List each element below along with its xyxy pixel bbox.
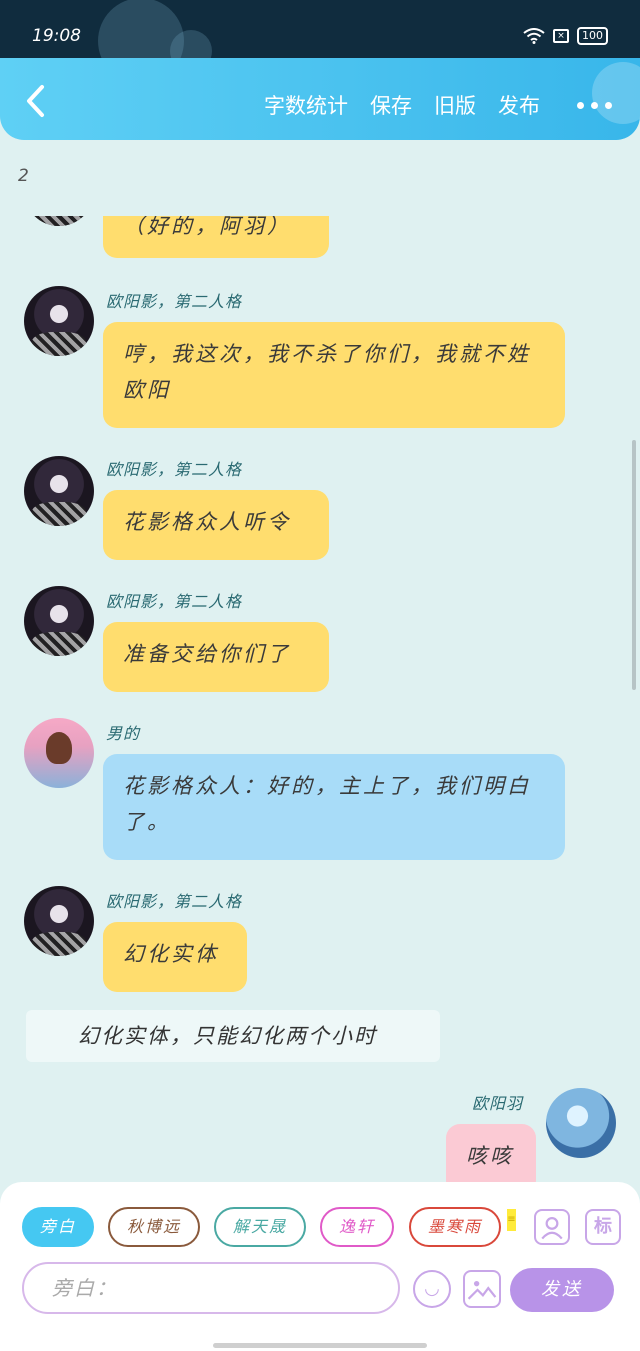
scrollbar[interactable]	[632, 440, 636, 690]
old-version-button[interactable]: 旧版	[434, 90, 476, 120]
home-indicator[interactable]	[213, 1343, 427, 1348]
narration-block[interactable]: 幻化实体，只能幻化两个小时	[26, 1010, 440, 1062]
publish-button[interactable]: 发布	[498, 90, 540, 120]
message-bubble[interactable]: 花影格众人：好的，主上了，我们明白了。	[103, 754, 565, 860]
message-bubble[interactable]: 咳咳	[446, 1124, 536, 1182]
clock: 19:08	[32, 26, 81, 46]
role-chip-narration[interactable]: 旁白	[22, 1207, 94, 1247]
wifi-icon	[523, 28, 545, 44]
message-bubble[interactable]: 准备交给你们了	[103, 622, 329, 692]
avatar[interactable]	[24, 456, 94, 526]
avatar[interactable]	[24, 286, 94, 356]
avatar[interactable]	[546, 1088, 616, 1158]
word-count-button[interactable]: 字数统计	[264, 90, 348, 120]
overflow-marker-icon: ≡	[507, 1209, 516, 1231]
back-arrow-icon[interactable]	[22, 84, 50, 118]
save-button[interactable]: 保存	[370, 90, 412, 120]
sender-name: 欧阳羽	[472, 1094, 524, 1113]
sender-name: 欧阳影，第二人格	[106, 592, 243, 611]
sim-icon: ×	[553, 29, 569, 43]
message-bubble[interactable]: （好的，阿羽）	[103, 216, 329, 258]
avatar[interactable]	[24, 718, 94, 788]
sender-name: 欧阳影，第二人格	[106, 292, 243, 311]
message-bubble[interactable]: 花影格众人听令	[103, 490, 329, 560]
composer-panel: 旁白 秋博远 解天晟 逸轩 墨寒雨 ≡ 标 旁白： ◡ 发送	[0, 1182, 640, 1351]
sender-name: 欧阳影，第二人格	[106, 892, 243, 911]
avatar[interactable]	[24, 886, 94, 956]
battery-icon: 100	[577, 27, 608, 45]
message-input[interactable]: 旁白：	[22, 1262, 400, 1314]
avatar[interactable]	[24, 216, 94, 226]
top-bar: 字数统计 保存 旧版 发布	[0, 58, 640, 140]
status-bar: 19:08 × 100	[0, 0, 640, 58]
toolbar-actions: 字数统计 保存 旧版 发布	[264, 90, 540, 120]
sender-name: 欧阳影，第二人格	[106, 460, 243, 479]
decor-bubble	[170, 30, 212, 58]
more-menu-icon[interactable]	[577, 102, 612, 109]
decor-bubble	[592, 62, 640, 124]
sender-name: 男的	[106, 724, 141, 743]
role-chip[interactable]: 解天晟	[214, 1207, 306, 1247]
avatar[interactable]	[24, 586, 94, 656]
scroll-index: 2	[18, 166, 29, 186]
message-bubble[interactable]: 哼，我这次，我不杀了你们，我就不姓欧阳	[103, 322, 565, 428]
emoji-icon[interactable]: ◡	[413, 1270, 451, 1308]
image-icon[interactable]	[463, 1270, 501, 1308]
role-chip[interactable]: 墨寒雨	[409, 1207, 501, 1247]
role-chip[interactable]: 秋博远	[108, 1207, 200, 1247]
status-icons: × 100	[523, 27, 608, 45]
message-bubble[interactable]: 幻化实体	[103, 922, 247, 992]
chat-list[interactable]: （好的，阿羽） 欧阳影，第二人格 哼，我这次，我不杀了你们，我就不姓欧阳 欧阳影…	[0, 216, 640, 1182]
tag-icon[interactable]: 标	[585, 1209, 621, 1245]
send-button[interactable]: 发送	[510, 1268, 614, 1312]
role-chip[interactable]: 逸轩	[320, 1207, 394, 1247]
role-manage-icon[interactable]	[534, 1209, 570, 1245]
